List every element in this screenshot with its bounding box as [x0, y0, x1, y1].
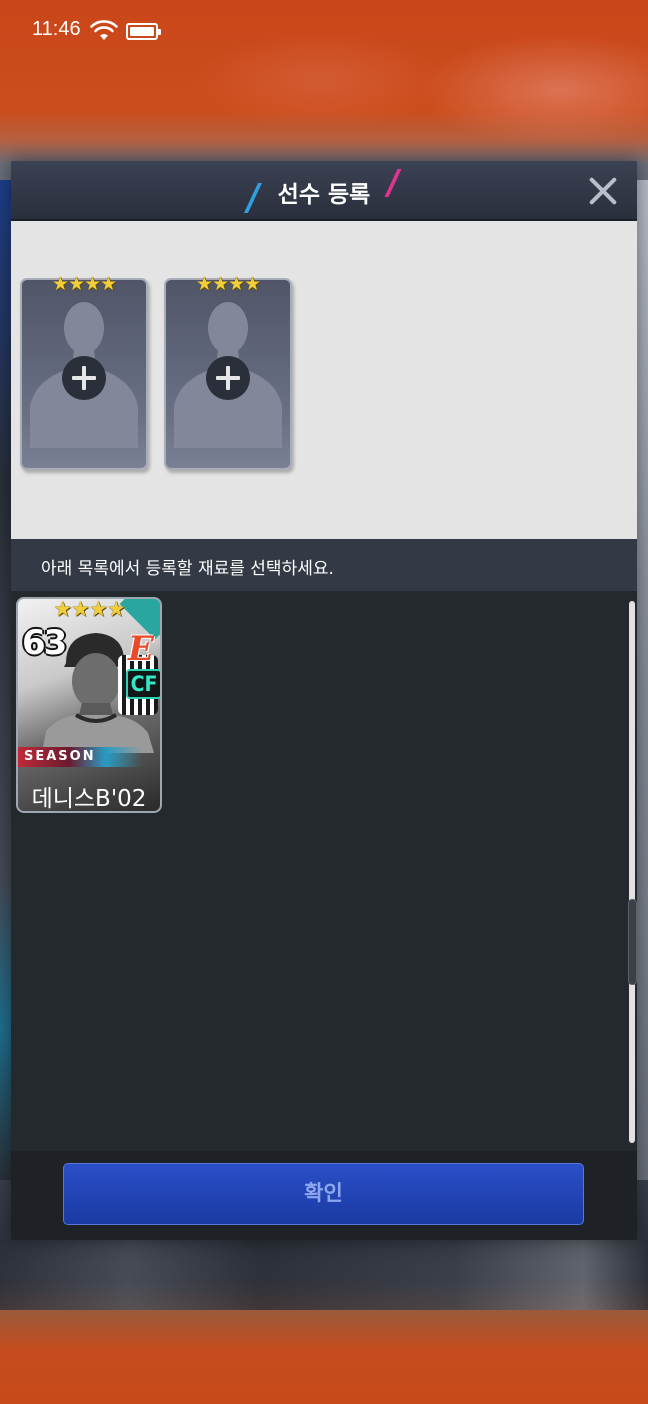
- add-player-icon: [62, 356, 106, 400]
- instruction-bar: 아래 목록에서 등록할 재료를 선택하세요.: [11, 539, 637, 591]
- confirm-button[interactable]: 확인: [63, 1163, 584, 1225]
- background-right-strip: [636, 180, 648, 1180]
- background-bottom-blur: [0, 1240, 648, 1310]
- status-time: 11:46: [32, 18, 81, 40]
- status-bar: 11:46: [0, 0, 648, 62]
- empty-slot-2[interactable]: ★★★★: [164, 274, 292, 470]
- position-badge: CF: [126, 669, 160, 699]
- scrollbar-track[interactable]: [629, 601, 635, 1143]
- player-registration-dialog: 선수 등록 ★★★★ ★★★★ 아래 목록에서 등록할 재료를 선택하세요. ★…: [11, 161, 637, 1240]
- slot-star-rating: ★★★★: [195, 273, 261, 295]
- registration-slots-area: ★★★★ ★★★★: [11, 221, 637, 539]
- battery-icon: [126, 23, 161, 40]
- player-name: 데니스B'02: [31, 786, 147, 812]
- scrollbar-thumb[interactable]: [628, 899, 637, 985]
- material-list: ★★★★ 63 E CF SEASON 데니스B'02: [11, 591, 637, 1151]
- add-player-icon: [206, 356, 250, 400]
- player-card[interactable]: ★★★★ 63 E CF SEASON 데니스B'02: [16, 597, 162, 813]
- wifi-icon: [90, 20, 118, 40]
- season-label: SEASON: [24, 749, 96, 764]
- card-star-rating: ★★★★: [53, 597, 125, 621]
- instruction-text: 아래 목록에서 등록할 재료를 선택하세요.: [41, 559, 334, 579]
- card-overall-rating: 63: [22, 623, 67, 663]
- team-logo: E: [128, 629, 154, 669]
- dialog-footer: 확인: [11, 1151, 637, 1240]
- empty-slot-1[interactable]: ★★★★: [20, 274, 148, 470]
- dialog-header: 선수 등록: [11, 161, 637, 221]
- close-icon[interactable]: [587, 175, 619, 207]
- dialog-title: 선수 등록: [277, 182, 371, 208]
- slot-star-rating: ★★★★: [51, 273, 117, 295]
